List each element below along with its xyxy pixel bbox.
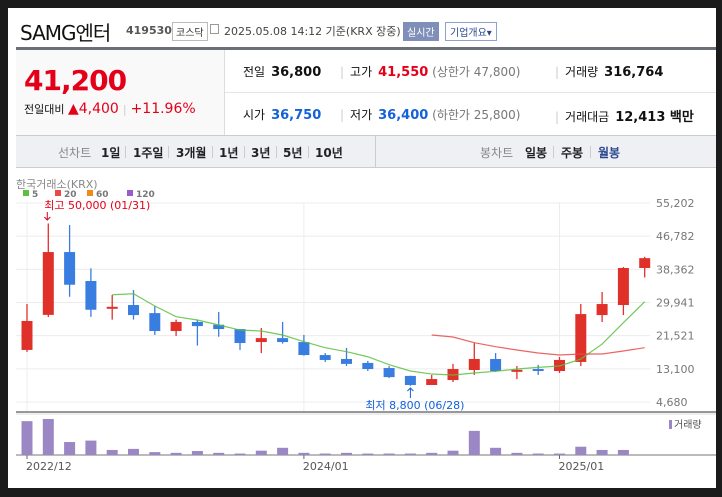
candle-body xyxy=(42,252,54,315)
volume-bar xyxy=(170,452,182,455)
volume-bar xyxy=(575,446,587,455)
volume-legend-label: 거래량 xyxy=(674,419,702,431)
y-tick-label: 21,521 xyxy=(656,330,695,343)
candle-body xyxy=(21,320,33,350)
candle-body xyxy=(639,258,651,268)
volume-bar xyxy=(85,440,97,455)
candle-body xyxy=(596,304,608,316)
candle-body xyxy=(106,306,118,309)
volume-bar xyxy=(64,442,76,455)
up-arrow-icon xyxy=(407,387,414,398)
volume-bar xyxy=(426,452,438,455)
volume-bar xyxy=(617,449,629,455)
high-annotation: 최고 50,000 (01/31) xyxy=(44,199,150,212)
candle-body xyxy=(85,280,97,310)
volume-bar xyxy=(191,451,203,455)
candle-body xyxy=(511,369,523,372)
volume-bar xyxy=(490,447,502,455)
candle-body xyxy=(298,342,310,356)
source-label: 한국거래소(KRX) xyxy=(16,178,98,191)
candle-body xyxy=(64,252,76,285)
volume-bar xyxy=(383,453,395,455)
volume-bar xyxy=(213,452,225,455)
legend-swatch xyxy=(55,190,61,196)
volume-bar xyxy=(255,450,267,455)
x-tick-label: 2022/12 xyxy=(26,460,72,473)
volume-bar xyxy=(554,453,565,455)
legend-swatch xyxy=(87,190,93,196)
y-tick-label: 13,100 xyxy=(656,363,695,376)
price-chart: 한국거래소(KRX)5 20 60 12055,20246,78238,36229,9… xyxy=(16,178,716,473)
candle-body xyxy=(255,338,267,343)
candle-body xyxy=(128,305,139,316)
volume-bar xyxy=(447,450,459,455)
candle-body xyxy=(234,329,246,344)
volume-bar xyxy=(234,453,246,455)
candle-body xyxy=(170,321,182,332)
candle-body xyxy=(341,358,352,364)
legend-label: 5 xyxy=(32,190,38,200)
volume-bar xyxy=(21,421,33,455)
y-tick-label: 29,941 xyxy=(656,297,695,310)
candle-body xyxy=(319,355,331,360)
volume-bar xyxy=(298,452,310,455)
volume-legend-swatch xyxy=(669,420,672,429)
volume-bar xyxy=(404,453,416,455)
y-tick-label: 55,202 xyxy=(656,197,695,210)
volume-bar xyxy=(42,419,54,455)
candle-body xyxy=(362,362,374,370)
volume-bar xyxy=(128,448,139,455)
low-annotation: 최저 8,800 (06/28) xyxy=(365,399,464,412)
y-tick-label: 38,362 xyxy=(656,263,695,276)
volume-bar xyxy=(149,452,161,455)
x-tick-label: 2025/01 xyxy=(559,460,605,473)
candle-body xyxy=(532,369,544,372)
volume-bar xyxy=(106,449,118,455)
volume-bar xyxy=(319,453,331,455)
y-tick-label: 46,782 xyxy=(656,230,695,243)
candle-body xyxy=(490,358,502,372)
candle-body xyxy=(191,321,203,327)
volume-bar xyxy=(341,452,352,455)
ma20-line xyxy=(431,334,645,356)
down-arrow-icon xyxy=(43,212,51,221)
volume-bar xyxy=(596,449,608,455)
candle-body xyxy=(149,313,161,332)
candle-body xyxy=(404,375,416,385)
x-tick-label: 2024/01 xyxy=(303,460,349,473)
candle-body xyxy=(277,338,289,343)
y-tick-label: 4,680 xyxy=(656,396,688,409)
legend-swatch xyxy=(127,190,133,196)
candle-body xyxy=(426,379,438,385)
volume-bar xyxy=(511,452,523,455)
volume-bar xyxy=(277,447,289,455)
legend-swatch xyxy=(23,190,29,196)
volume-bar xyxy=(532,453,544,455)
volume-bar xyxy=(362,453,374,455)
candle-body xyxy=(383,368,395,378)
candle-body xyxy=(617,267,629,306)
candle-body xyxy=(468,358,480,371)
volume-bar xyxy=(468,430,480,455)
